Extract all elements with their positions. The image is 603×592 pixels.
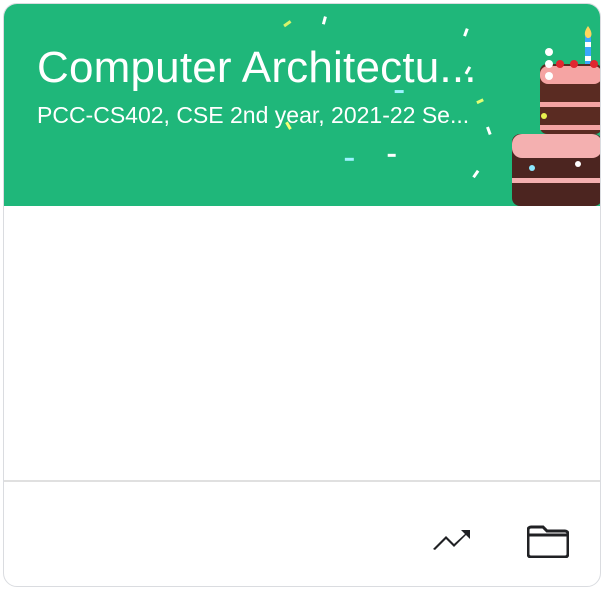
more-vert-icon	[545, 48, 553, 56]
more-options-button[interactable]	[536, 42, 562, 86]
class-card-body	[4, 206, 600, 480]
class-title[interactable]: Computer Architectu...	[37, 42, 497, 94]
more-vert-icon	[545, 60, 553, 68]
class-drive-folder-button[interactable]	[524, 517, 572, 565]
class-section[interactable]: PCC-CS402, CSE 2nd year, 2021-22 Se...	[37, 99, 497, 131]
class-card[interactable]: Computer Architectu... PCC-CS402, CSE 2n…	[3, 3, 601, 587]
card-footer	[4, 482, 600, 586]
trending-up-icon	[433, 530, 470, 550]
class-banner[interactable]: Computer Architectu... PCC-CS402, CSE 2n…	[4, 4, 600, 206]
folder-icon	[527, 525, 569, 558]
birthday-cake-illustration	[512, 26, 600, 206]
more-vert-icon	[545, 72, 553, 80]
gradebook-button[interactable]	[429, 517, 477, 565]
